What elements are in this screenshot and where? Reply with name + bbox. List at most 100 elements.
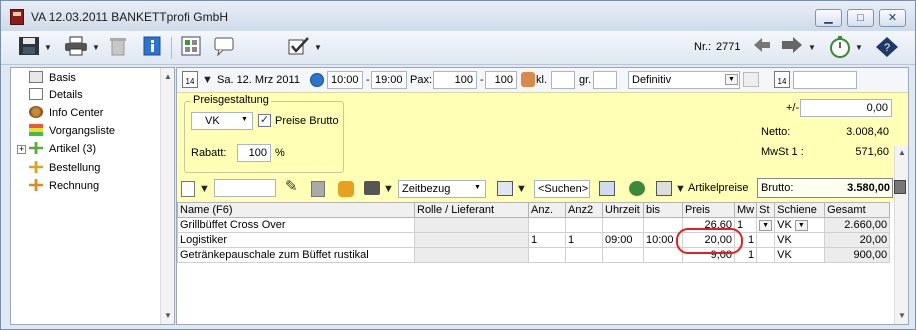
save-dropdown-icon[interactable]: ▼ <box>43 36 53 60</box>
chevron-down-icon[interactable]: ▼ <box>238 115 251 126</box>
sidebar-item-vorgangsliste[interactable]: Vorgangsliste <box>29 123 115 139</box>
sidebar-item-bestellung[interactable]: Bestellung <box>29 160 100 176</box>
scroll-down-icon[interactable]: ▼ <box>898 311 906 320</box>
cell-uhrzeit[interactable]: 09:00 <box>602 232 644 248</box>
table-row[interactable]: Getränkepauschale zum Büffet rustikal 9,… <box>177 247 891 263</box>
sidebar-scrollbar[interactable]: ▲ ▼ <box>160 68 174 324</box>
cell-st[interactable]: ▼ <box>756 217 776 233</box>
cell-bis[interactable] <box>643 247 683 263</box>
print-dropdown-icon[interactable]: ▼ <box>383 180 394 198</box>
col-header-anz2[interactable]: Anz2 <box>565 202 603 218</box>
cell-st[interactable] <box>756 247 776 263</box>
cell-name[interactable]: Grillbüffet Cross Over <box>177 217 415 233</box>
tree-icon[interactable] <box>629 181 645 196</box>
tag-icon[interactable] <box>338 181 354 197</box>
checkmark-dropdown-icon[interactable]: ▼ <box>313 36 323 60</box>
list-icon[interactable] <box>656 181 672 196</box>
zeitbezug-select[interactable]: Zeitbezug ▼ <box>398 180 486 198</box>
calendar-icon[interactable]: 14 <box>774 71 790 88</box>
speech-bubble-icon[interactable] <box>213 36 237 60</box>
cell-bis[interactable]: 10:00 <box>643 232 683 248</box>
list-dropdown-icon[interactable]: ▼ <box>675 180 686 198</box>
cell-anz2[interactable] <box>565 247 603 263</box>
cell-anz[interactable] <box>528 217 566 233</box>
pencil-icon[interactable]: ✎ <box>285 178 298 196</box>
col-header-bis[interactable]: bis <box>643 202 683 218</box>
save-icon[interactable] <box>15 36 43 60</box>
col-header-st[interactable]: St <box>756 202 776 218</box>
new-doc-icon[interactable] <box>181 181 195 197</box>
kl-field[interactable] <box>551 71 575 89</box>
scroll-up-icon[interactable]: ▲ <box>898 148 906 157</box>
print-icon[interactable] <box>61 36 91 60</box>
cell-uhrzeit[interactable] <box>602 217 644 233</box>
table-icon[interactable] <box>497 181 513 196</box>
rabatt-field[interactable]: 100 <box>237 144 271 162</box>
checkmark-icon[interactable] <box>286 36 312 60</box>
cell-preis[interactable]: 20,00 <box>682 232 735 248</box>
cell-anz2[interactable] <box>565 217 603 233</box>
scroll-down-icon[interactable]: ▼ <box>164 311 172 320</box>
time-to-field[interactable]: 19:00 <box>371 71 407 89</box>
cell-schiene[interactable]: VK <box>774 247 826 263</box>
sidebar-item-artikel[interactable]: Artikel (3) <box>29 141 96 157</box>
stopwatch-icon[interactable] <box>827 36 853 60</box>
search-field[interactable]: <Suchen> <box>534 180 590 198</box>
filter-field[interactable] <box>214 179 276 197</box>
help-book-icon[interactable]: ? <box>873 36 901 60</box>
date-extra-field[interactable] <box>793 71 857 89</box>
clock-icon[interactable] <box>310 73 324 87</box>
grid-scrollbar[interactable]: ▼ <box>894 202 908 324</box>
chevron-down-icon[interactable]: ▼ <box>471 183 484 194</box>
artikel-expander[interactable]: + <box>17 145 26 154</box>
table-row[interactable]: Grillbüffet Cross Over 26,60 1 ▼ VK ▼ 2.… <box>177 217 891 233</box>
col-header-mw[interactable]: Mw <box>733 202 758 218</box>
cell-anz[interactable] <box>528 247 566 263</box>
chevron-down-icon[interactable]: ▼ <box>759 219 773 231</box>
table-row[interactable]: Logistiker 1 1 09:00 10:00 20,00 1 VK 20… <box>177 232 891 248</box>
cell-preis[interactable]: 9,00 <box>682 247 735 263</box>
pax-to-field[interactable]: 100 <box>485 71 517 89</box>
pax-from-field[interactable]: 100 <box>433 71 477 89</box>
cell-mw[interactable]: 1 <box>733 217 758 233</box>
cell-rolle[interactable] <box>414 217 529 233</box>
calculator-icon[interactable] <box>894 180 906 194</box>
gr-field[interactable] <box>593 71 617 89</box>
cell-schiene[interactable]: VK <box>774 232 826 248</box>
print-dropdown-icon[interactable]: ▼ <box>91 36 101 60</box>
cell-mw[interactable]: 1 <box>733 247 758 263</box>
preise-brutto-checkbox[interactable]: ✓ <box>258 114 271 127</box>
arrow-left-icon[interactable] <box>751 36 773 60</box>
stopwatch-dropdown-icon[interactable]: ▼ <box>854 36 864 60</box>
col-header-uhrzeit[interactable]: Uhrzeit <box>602 202 644 218</box>
cell-name[interactable]: Getränkepauschale zum Büffet rustikal <box>177 247 415 263</box>
time-from-field[interactable]: 10:00 <box>327 71 363 89</box>
col-header-rolle[interactable]: Rolle / Lieferant <box>414 202 529 218</box>
cell-anz2[interactable]: 1 <box>565 232 603 248</box>
cell-schiene[interactable]: VK ▼ <box>774 217 826 233</box>
col-header-name[interactable]: Name (F6) <box>177 202 415 218</box>
cell-st[interactable] <box>756 232 776 248</box>
cell-anz[interactable]: 1 <box>528 232 566 248</box>
calendar-icon[interactable]: 14 <box>182 71 198 88</box>
plusminus-field[interactable]: 0,00 <box>800 99 892 117</box>
calendar-grid-icon[interactable] <box>179 36 203 60</box>
trash-icon[interactable] <box>311 181 325 197</box>
cell-rolle[interactable] <box>414 247 529 263</box>
table-dropdown-icon[interactable]: ▼ <box>516 180 527 198</box>
cell-rolle[interactable] <box>414 232 529 248</box>
cell-preis[interactable]: 26,60 <box>682 217 735 233</box>
status-select[interactable]: Definitiv ▼ <box>628 71 740 89</box>
close-button[interactable]: ✕ <box>879 9 906 27</box>
info-icon[interactable] <box>140 36 164 60</box>
col-header-schiene[interactable]: Schiene <box>774 202 826 218</box>
new-dropdown-icon[interactable]: ▼ <box>199 180 210 198</box>
arrow-right-icon[interactable] <box>779 36 805 60</box>
date-value[interactable]: Sa. 12. Mrz 2011 <box>217 71 300 89</box>
minimize-button[interactable]: ▁ <box>815 9 842 27</box>
scroll-up-icon[interactable]: ▲ <box>164 72 172 81</box>
chevron-down-icon[interactable]: ▼ <box>725 74 738 85</box>
col-header-preis[interactable]: Preis <box>682 202 735 218</box>
cell-uhrzeit[interactable] <box>602 247 644 263</box>
chevron-down-icon[interactable]: ▼ <box>794 219 808 231</box>
